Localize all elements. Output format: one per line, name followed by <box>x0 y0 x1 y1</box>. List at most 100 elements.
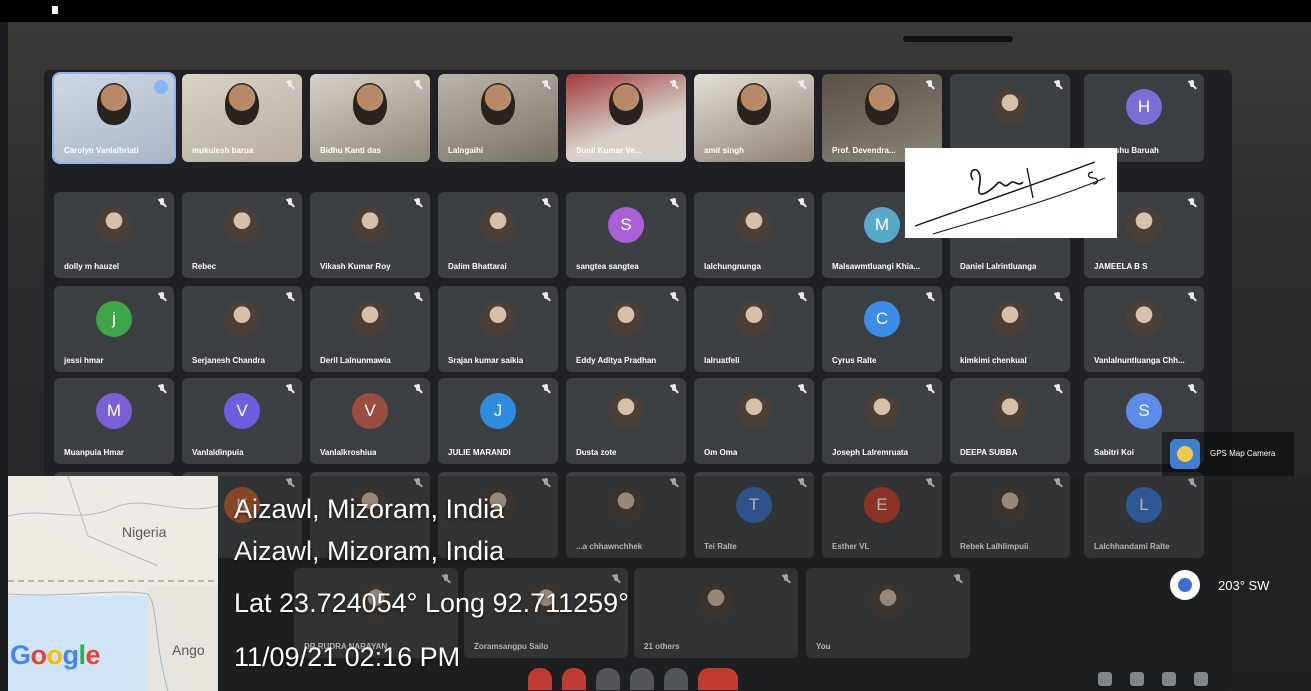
participant-photo <box>1126 300 1162 337</box>
participant-tile[interactable]: lalchungnunga <box>694 192 814 278</box>
mic-muted-icon <box>158 198 166 208</box>
participant-name: amit singh <box>704 146 745 155</box>
participant-tile[interactable]: mukulesh barua <box>182 74 302 162</box>
participant-tile[interactable]: DEEPA SUBBA <box>950 378 1070 464</box>
participant-photo <box>1126 206 1162 243</box>
geotag-location-1: Aizawl, Mizoram, India <box>234 494 505 524</box>
participant-tile[interactable]: Dalim Bhattarai <box>438 192 558 278</box>
mic-muted-icon <box>542 80 550 90</box>
participant-tile[interactable]: dolly m hauzel <box>54 192 174 278</box>
participant-tile[interactable]: V Vanlalkroshiua <box>310 378 430 464</box>
participant-photo <box>480 300 516 337</box>
participant-name: Serjanesh Chandra <box>192 356 265 365</box>
participant-tile[interactable]: Dusta zote <box>566 378 686 464</box>
mic-muted-icon <box>926 384 934 394</box>
mic-muted-icon <box>798 80 806 90</box>
participant-tile[interactable]: j jessi hmar <box>54 286 174 372</box>
mic-muted-icon <box>1054 80 1062 90</box>
participant-photo <box>992 300 1028 337</box>
captions-button[interactable] <box>596 668 620 690</box>
participant-avatar: V <box>224 392 260 429</box>
participant-tile[interactable]: Lalngaihi <box>438 74 558 162</box>
participant-name: sangtea sangtea <box>576 262 639 271</box>
participant-avatar: M <box>96 392 132 429</box>
mic-muted-icon <box>670 198 678 208</box>
participant-tile[interactable]: Bidhu Kanti das <box>310 74 430 162</box>
mic-muted-icon <box>414 384 422 394</box>
participant-name: Daniel Lalrintluanga <box>960 262 1037 271</box>
participant-tile[interactable]: lalruatfeli <box>694 286 814 372</box>
participant-tile[interactable]: Carolyn Vanlalhriati <box>52 72 176 164</box>
participant-photo <box>608 300 644 337</box>
participant-photo <box>992 392 1028 429</box>
participant-name: Eddy Aditya Pradhan <box>576 356 657 365</box>
participant-tile[interactable]: Vanlalnuntluanga Chh... <box>1084 286 1204 372</box>
participant-name: lalruatfeli <box>704 356 740 365</box>
activities-icon[interactable] <box>1194 672 1208 686</box>
participant-name: kimkimi chenkual <box>960 356 1027 365</box>
participant-video-face <box>481 82 515 125</box>
participant-tile[interactable]: Deril Lalnunmawia <box>310 286 430 372</box>
chat-icon[interactable] <box>1162 672 1176 686</box>
participant-photo <box>480 206 516 243</box>
top-black-bar <box>0 0 1311 22</box>
participant-tile[interactable]: Serjanesh Chandra <box>182 286 302 372</box>
mic-muted-icon <box>542 198 550 208</box>
corner-mark <box>52 6 58 14</box>
participant-name: Dalim Bhattarai <box>448 262 507 271</box>
mic-muted-icon <box>1188 198 1196 208</box>
participant-photo <box>352 206 388 243</box>
mic-muted-icon <box>286 292 294 302</box>
participant-name: Dusta zote <box>576 448 617 457</box>
participant-video-face <box>353 82 387 125</box>
participant-name: Bidhu Kanti das <box>320 146 381 155</box>
participant-tile[interactable]: J JULIE MARANDI <box>438 378 558 464</box>
participant-tile[interactable]: Joseph Lalremruata <box>822 378 942 464</box>
google-logo: Google <box>10 640 101 670</box>
participant-name: Sunil Kumar Ve... <box>576 146 642 155</box>
participant-tile[interactable]: Rebec <box>182 192 302 278</box>
participant-tile[interactable]: Eddy Aditya Pradhan <box>566 286 686 372</box>
participant-name: JAMEELA B S <box>1094 262 1148 271</box>
more-options-button[interactable] <box>664 668 688 690</box>
geotag-location-2: Aizawl, Mizoram, India <box>234 536 505 566</box>
people-icon[interactable] <box>1130 672 1144 686</box>
participant-photo <box>608 392 644 429</box>
mic-muted-icon <box>286 80 294 90</box>
participant-avatar: S <box>1126 392 1162 429</box>
participant-photo <box>224 300 260 337</box>
mic-muted-icon <box>926 80 934 90</box>
mic-off-button[interactable] <box>528 668 552 690</box>
participant-tile[interactable]: kimkimi chenkual <box>950 286 1070 372</box>
participant-photo <box>864 392 900 429</box>
participant-photo <box>736 206 772 243</box>
participant-tile[interactable]: V Vanlaldinpuia <box>182 378 302 464</box>
participant-tile[interactable]: M Muanpuia Hmar <box>54 378 174 464</box>
participant-photo <box>352 300 388 337</box>
meeting-controls <box>528 668 738 690</box>
participant-photo <box>992 89 1028 126</box>
leave-call-button[interactable] <box>698 668 738 690</box>
participant-tile[interactable]: Vikash Kumar Roy <box>310 192 430 278</box>
gps-app-name: GPS Map Camera <box>1210 449 1276 458</box>
participant-name: mukulesh barua <box>192 146 254 155</box>
info-icon[interactable] <box>1098 672 1112 686</box>
participant-tile[interactable]: Ssangtea sangtea <box>566 192 686 278</box>
participant-tile[interactable]: Om Oma <box>694 378 814 464</box>
mic-muted-icon <box>1188 80 1196 90</box>
participant-avatar: j <box>96 300 132 337</box>
participant-video-face <box>737 82 771 125</box>
participant-name: Deril Lalnunmawia <box>320 356 391 365</box>
participant-tile[interactable]: Sunil Kumar Ve... <box>566 74 686 162</box>
participant-name: Muanpuia Hmar <box>64 448 125 457</box>
participant-name: jessi hmar <box>64 356 104 365</box>
participant-tile[interactable]: amit singh <box>694 74 814 162</box>
participant-photo <box>224 206 260 243</box>
participant-tile[interactable]: C Cyrus Ralte <box>822 286 942 372</box>
participant-video-face <box>865 82 899 125</box>
camera-off-button[interactable] <box>562 668 586 690</box>
participant-name: Vanlalkroshiua <box>320 448 377 457</box>
participant-tile[interactable]: Srajan kumar saikia <box>438 286 558 372</box>
signature-stamp <box>905 148 1117 238</box>
present-button[interactable] <box>630 668 654 690</box>
